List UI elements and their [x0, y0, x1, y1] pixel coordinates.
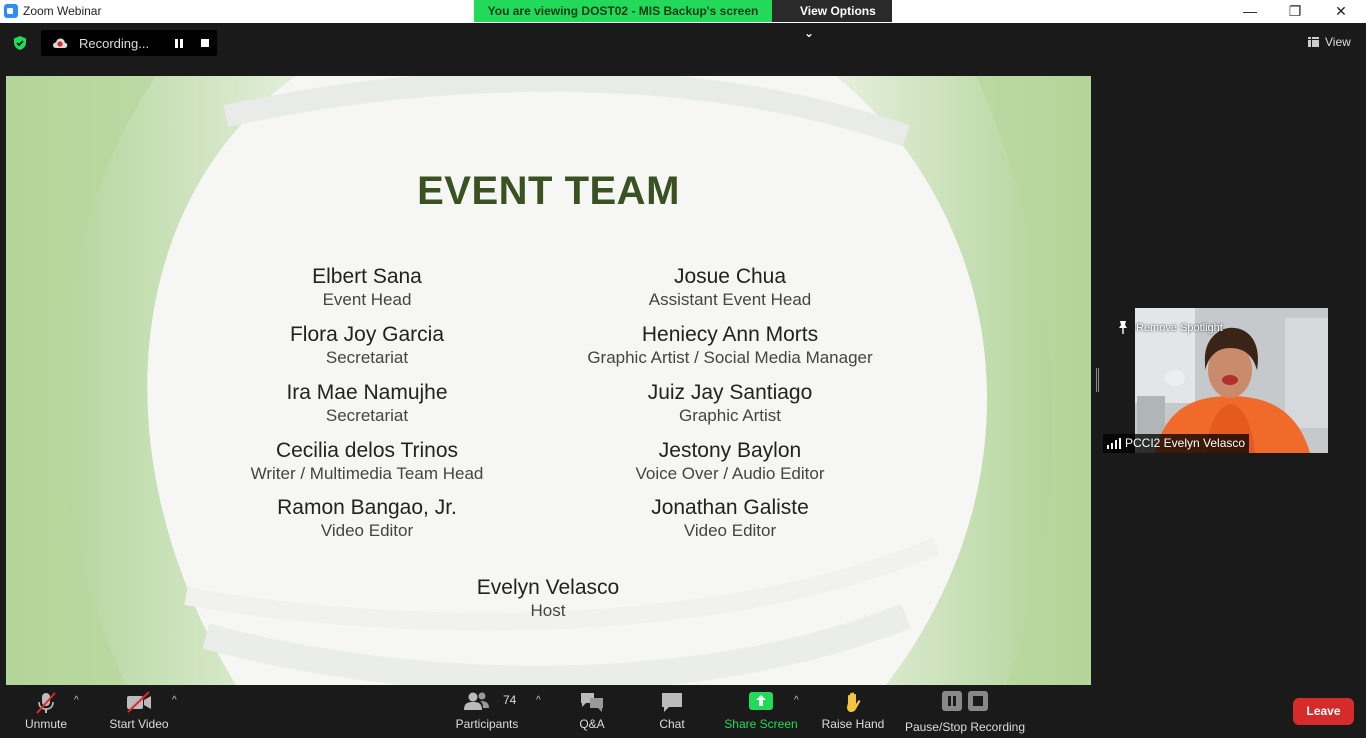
- participant-name-tag: PCCI2 Evelyn Velasco: [1103, 434, 1250, 453]
- raise-hand-icon: [847, 692, 861, 712]
- member-name: Cecilia delos Trinos: [275, 439, 459, 462]
- start-video-label: Start Video: [109, 717, 169, 731]
- team-member: Cecilia delos Trinos Writer / Multimedia…: [157, 439, 577, 485]
- member-name: Juiz Jay Santiago: [647, 381, 813, 404]
- unmute-label: Unmute: [24, 717, 68, 731]
- slide-title: EVENT TEAM: [417, 169, 680, 213]
- share-screen-icon: [749, 692, 773, 710]
- video-off-icon: [127, 691, 151, 713]
- chevron-down-icon: ⌄: [804, 26, 815, 40]
- panel-resize-handle[interactable]: [1096, 368, 1099, 392]
- pause-stop-recording-label: Pause/Stop Recording: [904, 720, 1026, 734]
- view-options-button[interactable]: View Options ⌄: [772, 0, 892, 40]
- muted-microphone-icon: [36, 692, 56, 714]
- member-name: Ramon Bangao, Jr.: [277, 496, 457, 519]
- member-role: Host: [530, 601, 566, 620]
- member-name: Heniecy Ann Morts: [641, 323, 819, 346]
- team-member: Ramon Bangao, Jr. Video Editor: [157, 496, 577, 542]
- pause-recording-icon[interactable]: [174, 39, 184, 48]
- grid-view-icon: [1308, 37, 1319, 47]
- shield-check-icon[interactable]: [12, 35, 28, 51]
- participants-label: Participants: [455, 717, 519, 731]
- participants-count: 74: [503, 693, 517, 707]
- signal-strength-icon: [1107, 438, 1121, 449]
- pause-stop-icon: [942, 691, 988, 711]
- meeting-toolbar: Unmute ^ Start Video ^ 74 Participants ^: [0, 685, 1366, 738]
- member-role: Video Editor: [320, 521, 414, 540]
- view-options-label: View Options: [800, 4, 876, 18]
- member-role: Graphic Artist / Social Media Manager: [587, 348, 873, 367]
- member-name: Josue Chua: [673, 265, 787, 288]
- member-role: Writer / Multimedia Team Head: [250, 464, 484, 483]
- qa-button[interactable]: Q&A: [567, 685, 617, 738]
- team-member: Heniecy Ann Morts Graphic Artist / Socia…: [520, 323, 940, 369]
- team-member: Elbert Sana Event Head: [157, 265, 577, 311]
- share-options-caret[interactable]: ^: [794, 695, 799, 706]
- video-options-caret[interactable]: ^: [172, 695, 177, 706]
- member-role: Video Editor: [683, 521, 777, 540]
- pin-icon[interactable]: [1117, 320, 1129, 334]
- member-role: Graphic Artist: [678, 406, 782, 425]
- participants-icon: [464, 692, 490, 710]
- host-member: Evelyn Velasco Host: [338, 576, 758, 622]
- team-member: Flora Joy Garcia Secretariat: [157, 323, 577, 369]
- raise-hand-button[interactable]: Raise Hand: [818, 685, 888, 738]
- team-member: Jonathan Galiste Video Editor: [520, 496, 940, 542]
- member-role: Event Head: [322, 290, 412, 309]
- participants-options-caret[interactable]: ^: [536, 695, 541, 706]
- leave-button[interactable]: Leave: [1293, 698, 1354, 725]
- minimize-button[interactable]: —: [1227, 0, 1273, 23]
- share-screen-button[interactable]: Share Screen: [721, 685, 801, 738]
- zoom-webinar-window: Zoom Webinar — ❐ ✕ You are viewing DOST0…: [0, 0, 1366, 738]
- qa-label: Q&A: [579, 717, 605, 731]
- member-name: Elbert Sana: [312, 265, 422, 288]
- maximize-button[interactable]: ❐: [1272, 0, 1318, 23]
- recording-status: Recording...: [79, 36, 150, 51]
- start-video-button[interactable]: Start Video: [104, 685, 174, 738]
- member-role: Voice Over / Audio Editor: [635, 464, 825, 483]
- shared-screen-slide: EVENT TEAM Elbert Sana Event Head Flora …: [6, 76, 1091, 685]
- remove-spotlight-label[interactable]: Remove Spotlight: [1136, 322, 1223, 334]
- cloud-recording-icon: [52, 38, 68, 48]
- audio-options-caret[interactable]: ^: [74, 695, 79, 706]
- member-name: Jestony Baylon: [658, 439, 802, 462]
- member-role: Secretariat: [325, 348, 409, 367]
- team-member: Josue Chua Assistant Event Head: [520, 265, 940, 311]
- participant-name: PCCI2 Evelyn Velasco: [1125, 436, 1246, 450]
- recording-indicator: Recording...: [41, 30, 217, 56]
- member-name: Evelyn Velasco: [476, 576, 620, 599]
- participants-button[interactable]: 74 Participants: [452, 685, 522, 738]
- raise-hand-label: Raise Hand: [821, 717, 885, 731]
- view-label: View: [1325, 35, 1351, 49]
- window-title: Zoom Webinar: [23, 4, 102, 18]
- team-member: Jestony Baylon Voice Over / Audio Editor: [520, 439, 940, 485]
- chat-button[interactable]: Chat: [647, 685, 697, 738]
- unmute-button[interactable]: Unmute: [16, 685, 76, 738]
- close-window-button[interactable]: ✕: [1318, 0, 1364, 23]
- viewing-screen-banner: You are viewing DOST02 - MIS Backup's sc…: [474, 0, 772, 22]
- member-role: Assistant Event Head: [648, 290, 812, 309]
- member-name: Jonathan Galiste: [651, 496, 809, 519]
- qa-icon: [581, 693, 603, 712]
- member-name: Flora Joy Garcia: [289, 323, 445, 346]
- zoom-logo-icon: [4, 4, 18, 18]
- chat-label: Chat: [659, 717, 685, 731]
- team-member: Ira Mae Namujhe Secretariat: [157, 381, 577, 427]
- member-name: Ira Mae Namujhe: [286, 381, 448, 404]
- chat-icon: [662, 693, 682, 712]
- share-screen-label: Share Screen: [724, 717, 798, 731]
- team-member: Juiz Jay Santiago Graphic Artist: [520, 381, 940, 427]
- member-role: Secretariat: [325, 406, 409, 425]
- stop-recording-icon[interactable]: [201, 39, 209, 47]
- pause-stop-recording-button[interactable]: Pause/Stop Recording: [903, 685, 1027, 738]
